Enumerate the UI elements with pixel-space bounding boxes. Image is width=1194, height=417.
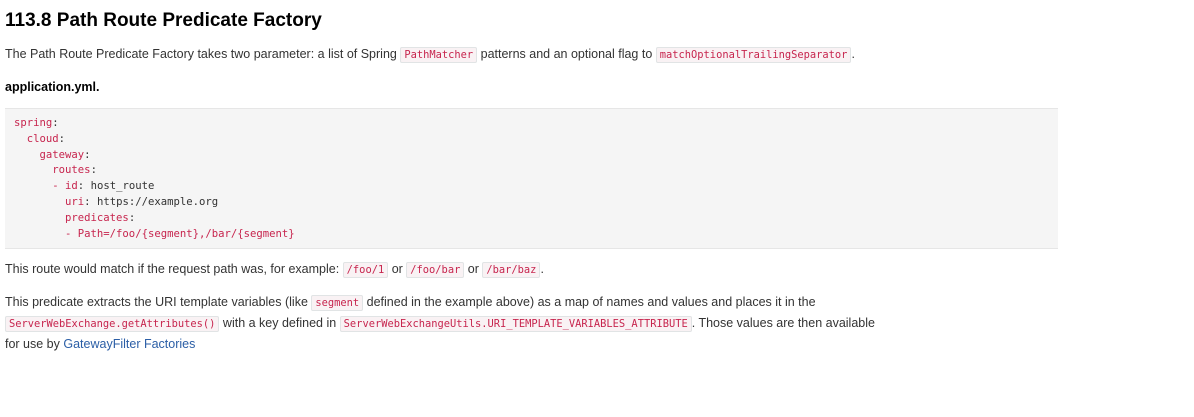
description-paragraph: This predicate extracts the URI template… (5, 292, 1067, 354)
desc-text: defined in the example above) as a map o… (363, 295, 816, 310)
yaml-key: gateway (39, 148, 85, 161)
match-paragraph: This route would match if the request pa… (5, 259, 1067, 280)
yaml-value: - Path=/foo/{segment},/bar/{segment} (65, 227, 295, 240)
inline-code-foo-bar: /foo/bar (406, 262, 465, 279)
yaml-key: uri (65, 195, 85, 208)
desc-text: . Those values are then available (691, 316, 875, 331)
yaml-key: spring (14, 117, 53, 129)
match-text: This route would match if the request pa… (5, 262, 343, 277)
intro-paragraph: The Path Route Predicate Factory takes t… (5, 44, 1067, 65)
desc-text: for use by (5, 337, 64, 352)
yaml-key: cloud (26, 132, 59, 145)
desc-text: with a key defined in (219, 316, 340, 331)
match-text: or (464, 262, 483, 277)
code-caption: application.yml. (5, 80, 100, 94)
yaml-code-block[interactable]: spring: cloud: gateway: routes: - id: ho… (5, 108, 1058, 250)
document-body: 113.8 Path Route Predicate Factory The P… (0, 0, 1067, 354)
gatewayfilter-factories-link[interactable]: GatewayFilter Factories (63, 337, 195, 351)
desc-text: This predicate extracts the URI template… (5, 295, 312, 310)
yaml-value: host_route (90, 180, 155, 193)
match-text: . (540, 262, 544, 277)
match-text: or (388, 262, 407, 277)
inline-code-segment: segment (311, 295, 364, 312)
inline-code-pathmatcher: PathMatcher (400, 47, 478, 63)
inline-code-foo-1: /foo/1 (342, 262, 389, 279)
yaml-key: routes (52, 164, 91, 177)
intro-text: The Path Route Predicate Factory takes t… (5, 47, 401, 61)
inline-code-trailing-separator: matchOptionalTrailingSeparator (655, 47, 852, 63)
inline-code-bar-baz: /bar/baz (482, 262, 541, 279)
yaml-value: https://example.org (96, 195, 219, 208)
section-title: 113.8 Path Route Predicate Factory (5, 10, 322, 31)
intro-text: . (851, 47, 855, 61)
yaml-key: - id (52, 180, 78, 193)
intro-text: patterns and an optional flag to (477, 47, 656, 61)
yaml-key: predicates (65, 211, 129, 224)
inline-code-get-attributes: ServerWebExchange.getAttributes() (5, 316, 220, 333)
inline-code-uri-template-attribute: ServerWebExchangeUtils.URI_TEMPLATE_VARI… (339, 316, 692, 333)
